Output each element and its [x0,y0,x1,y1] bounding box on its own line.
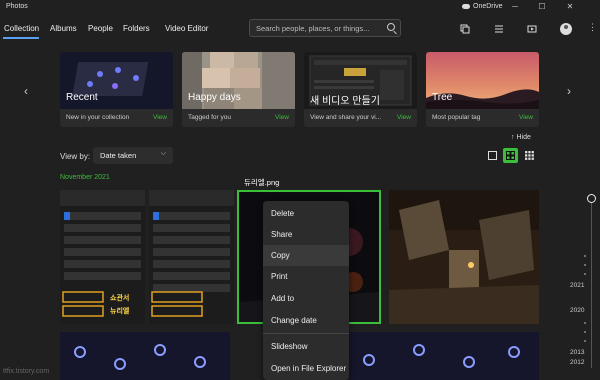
card-description: Most popular tag [432,114,481,121]
onedrive-status[interactable]: OneDrive [462,3,503,10]
large-tiles-icon[interactable] [488,151,497,160]
section-month: November 2021 [60,174,110,181]
slideshow-icon[interactable] [527,24,537,34]
app-title: Photos [6,3,28,10]
menu-item-change-date[interactable]: Change date [263,310,349,331]
timeline-year[interactable]: 2012 [570,359,584,366]
card-title: Recent [66,92,98,103]
photo-thumbnail [149,190,234,324]
menu-item-print[interactable]: Print [263,266,349,287]
card-description: Tagged for you [188,114,232,121]
timeline-track[interactable] [591,198,592,368]
chevron-down-icon: ⌵ [160,150,166,157]
carousel-prev-button[interactable]: ‹ [24,84,28,98]
timeline-year[interactable]: 2020 [570,307,584,314]
timeline-marker [584,340,586,342]
timeline-marker [584,331,586,333]
card-title: Tree [432,92,453,103]
more-options-button[interactable]: ⋮ [588,22,597,33]
card-view-link[interactable]: View [153,114,167,121]
timeline-year[interactable]: 2021 [570,282,584,289]
photo-thumbnail [389,190,539,324]
menu-item-copy[interactable]: Copy [263,245,349,266]
close-button[interactable]: ✕ [563,2,577,11]
medium-tiles-icon [506,151,515,160]
search-icon[interactable] [387,23,395,31]
photo-tile[interactable] [389,190,539,324]
select-icon[interactable] [494,24,504,34]
timeline-handle[interactable] [587,194,596,203]
card-description: View and share your vi... [310,114,382,121]
medium-tiles-button[interactable] [503,148,518,163]
minimize-button[interactable]: ─ [508,2,522,11]
carousel-next-button[interactable]: › [567,84,571,98]
menu-item-add-to[interactable]: Add to [263,288,349,309]
card-view-link[interactable]: View [397,114,411,121]
hide-label: Hide [516,134,531,141]
photo-tile[interactable]: 쇼관서 뉴리엘 [60,190,145,324]
search-input[interactable]: Search people, places, or things... [256,24,369,33]
cloud-icon [462,4,470,9]
small-tiles-icon[interactable] [525,151,534,160]
hide-button[interactable]: ↑ Hide [511,134,531,141]
card-happy-days[interactable]: Happy days Tagged for you View [182,52,295,127]
photo-overlay-text: 쇼관서 [110,295,130,302]
card-view-link[interactable]: View [519,114,533,121]
onedrive-label: OneDrive [473,3,503,10]
photo-tile[interactable] [149,190,234,324]
photo-thumbnail [60,332,230,380]
view-by-dropdown[interactable]: Date taken ⌵ [93,147,173,164]
arrow-up-icon: ↑ [511,134,515,141]
card-title: 새 비디오 만들기 [310,96,380,107]
card-new-video[interactable]: 새 비디오 만들기 View and share your vi... View [304,52,417,127]
photo-overlay-text: 뉴리엘 [110,308,130,315]
view-by-selected: Date taken [100,151,137,160]
menu-divider [263,333,349,334]
timeline-marker [584,264,586,266]
maximize-button[interactable]: ☐ [535,2,549,11]
watermark: ttfix.tistory.com [3,368,50,375]
photo-thumbnail [349,332,539,380]
menu-item-open-in-file-explorer[interactable]: Open in File Explorer [263,358,349,379]
tab-folders[interactable]: Folders [123,24,150,33]
card-description: New in your collection [66,114,130,121]
menu-item-slideshow[interactable]: Slideshow [263,336,349,357]
timeline-year[interactable]: 2013 [570,349,584,356]
timeline-marker [584,255,586,257]
photo-thumbnail [60,190,145,324]
card-title: Happy days [188,92,241,103]
tab-collection[interactable]: Collection [4,24,39,33]
import-icon[interactable] [460,24,470,34]
tab-video-editor[interactable]: Video Editor [165,24,208,33]
photo-tile[interactable] [60,332,230,380]
tab-albums[interactable]: Albums [50,24,77,33]
timeline-marker [584,322,586,324]
card-tree[interactable]: Tree Most popular tag View [426,52,539,127]
timeline-marker [584,273,586,275]
menu-item-share[interactable]: Share [263,224,349,245]
avatar[interactable] [560,23,572,35]
card-view-link[interactable]: View [275,114,289,121]
selected-photo-filename: 듀리엘.png [244,178,280,187]
search-box[interactable]: Search people, places, or things... [249,19,401,37]
photo-tile[interactable] [349,332,539,380]
tab-people[interactable]: People [88,24,113,33]
context-menu: Delete Share Copy Print Add to Change da… [263,201,349,380]
card-recent[interactable]: Recent New in your collection View [60,52,173,127]
active-tab-indicator [3,37,39,39]
view-by-label: View by: [60,152,91,161]
menu-item-delete[interactable]: Delete [263,203,349,224]
